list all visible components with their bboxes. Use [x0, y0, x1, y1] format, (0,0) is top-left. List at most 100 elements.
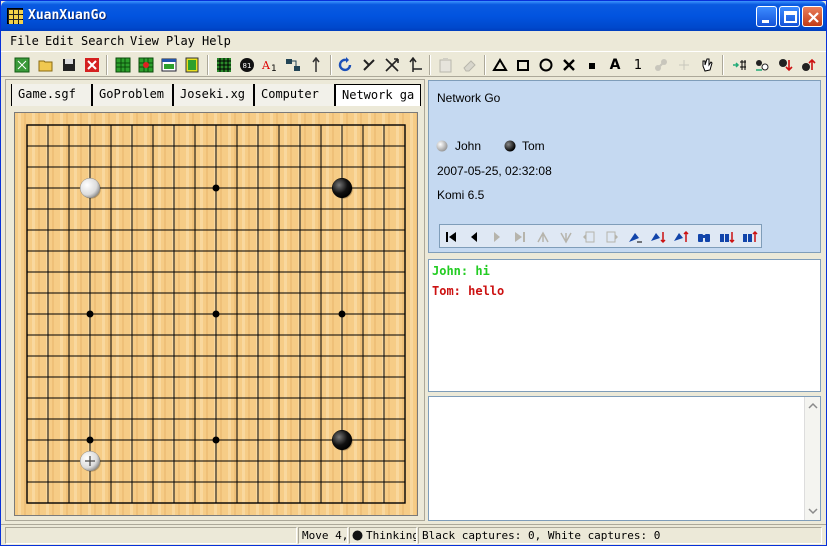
toolbar-separator [106, 55, 108, 75]
prev-variation-icon [537, 230, 549, 242]
branch-button[interactable] [625, 227, 645, 246]
stone-down-button[interactable] [775, 55, 795, 75]
plus-icon [679, 60, 689, 70]
paste-icon [439, 58, 452, 73]
tab-network-game[interactable]: Network ga [335, 84, 421, 106]
rotate-button[interactable] [336, 55, 356, 75]
tab-goproblem[interactable]: GoProblem [92, 84, 173, 106]
markup-hash-button[interactable] [729, 55, 749, 75]
menu-search[interactable]: Search [81, 34, 124, 48]
stone-up-button[interactable] [798, 55, 818, 75]
status-captures: Black captures: 0, White captures: 0 [418, 527, 822, 544]
grid-button[interactable] [214, 55, 234, 75]
black-stone-icon [352, 530, 363, 541]
black-player-name: Tom [522, 139, 545, 153]
menu-help[interactable]: Help [202, 34, 231, 48]
next-comment-button [602, 227, 622, 246]
board-marks-button[interactable] [136, 55, 156, 75]
black-stone-icon [504, 140, 516, 152]
find-next-button[interactable] [717, 227, 737, 246]
hoshi-point [86, 310, 94, 318]
circle-mark-button[interactable] [536, 55, 556, 75]
stones-button[interactable] [752, 55, 772, 75]
toolbar: 81 A1 A 1 [1, 51, 826, 77]
chat-input[interactable] [428, 396, 821, 521]
app-window: XuanXuanGo File Edit Search View Play He… [0, 0, 827, 546]
svg-text:81: 81 [243, 62, 252, 70]
go-board[interactable] [14, 112, 418, 516]
branch-up-button[interactable] [671, 227, 691, 246]
close-file-icon [85, 58, 99, 72]
info-button[interactable] [306, 55, 326, 75]
scroll-down-button[interactable] [806, 504, 820, 518]
tab-joseki[interactable]: Joseki.xg [173, 84, 254, 106]
board-window-button[interactable] [159, 55, 179, 75]
menu-bar: File Edit Search View Play Help [1, 31, 826, 51]
cross-icon [563, 59, 575, 71]
chat-log[interactable]: John: hi Tom: hello [428, 259, 821, 392]
hand-button[interactable] [697, 55, 717, 75]
maximize-button[interactable] [779, 6, 800, 27]
black-stone [331, 177, 353, 199]
white-player-name: John [455, 139, 482, 153]
menu-edit[interactable]: Edit [45, 34, 74, 48]
branch-down-icon [651, 231, 666, 243]
paste-button [436, 55, 456, 75]
close-icon [808, 12, 819, 23]
cross-mark-button[interactable] [559, 55, 579, 75]
go-board-canvas[interactable] [15, 113, 417, 515]
close-window-button[interactable] [802, 6, 823, 27]
minimize-button[interactable] [756, 6, 777, 27]
open-button[interactable] [36, 55, 56, 75]
hoshi-point [338, 310, 346, 318]
status-thinking-text: Thinking [366, 529, 417, 542]
status-thinking: Thinking [349, 527, 417, 544]
new-game-button[interactable] [12, 55, 32, 75]
small-square-button[interactable] [582, 55, 602, 75]
chat-input-scrollbar[interactable] [804, 397, 820, 520]
scroll-up-button[interactable] [806, 399, 820, 413]
letter-label-button[interactable]: A [605, 55, 625, 75]
tab-computer[interactable]: Computer [254, 84, 335, 106]
first-move-button[interactable] [441, 227, 461, 246]
find-previous-button[interactable] [740, 227, 760, 246]
strike-button[interactable] [359, 55, 379, 75]
menu-view[interactable]: View [130, 34, 159, 48]
move-navigation-bar [439, 224, 762, 248]
previous-move-icon [471, 231, 477, 242]
komi: Komi 6.5 [437, 188, 485, 202]
last-move-button [510, 227, 530, 246]
previous-move-button[interactable] [464, 227, 484, 246]
triangle-mark-button[interactable] [490, 55, 510, 75]
split-button[interactable] [382, 55, 402, 75]
menu-file[interactable]: File [10, 34, 39, 48]
tab-game-sgf[interactable]: Game.sgf [11, 84, 92, 106]
title-bar[interactable]: XuanXuanGo [1, 1, 826, 31]
board-green-button[interactable] [182, 55, 202, 75]
menu-play[interactable]: Play [166, 34, 195, 48]
white-stone-icon [436, 140, 448, 152]
next-comment-icon [606, 231, 618, 242]
new-game-icon [14, 57, 30, 73]
find-button[interactable] [694, 227, 714, 246]
small-square-icon [589, 63, 595, 69]
move-up-button[interactable] [405, 55, 425, 75]
move-button[interactable] [283, 55, 303, 75]
save-button[interactable] [59, 55, 79, 75]
link-icon [655, 59, 667, 71]
branch-down-button[interactable] [648, 227, 668, 246]
square-mark-button[interactable] [513, 55, 533, 75]
board-button[interactable] [113, 55, 133, 75]
window-title: XuanXuanGo [28, 8, 107, 23]
number-button[interactable]: 81 [237, 55, 257, 75]
label-button[interactable]: A1 [260, 55, 280, 75]
next-move-button [487, 227, 507, 246]
find-next-icon [720, 231, 735, 243]
close-file-button[interactable] [82, 55, 102, 75]
hoshi-point [212, 310, 220, 318]
prev-variation-button [533, 227, 553, 246]
hoshi-point [212, 184, 220, 192]
number-label-button[interactable]: 1 [628, 55, 648, 75]
game-datetime: 2007-05-25, 02:32:08 [437, 164, 552, 178]
black-stone [331, 429, 353, 451]
